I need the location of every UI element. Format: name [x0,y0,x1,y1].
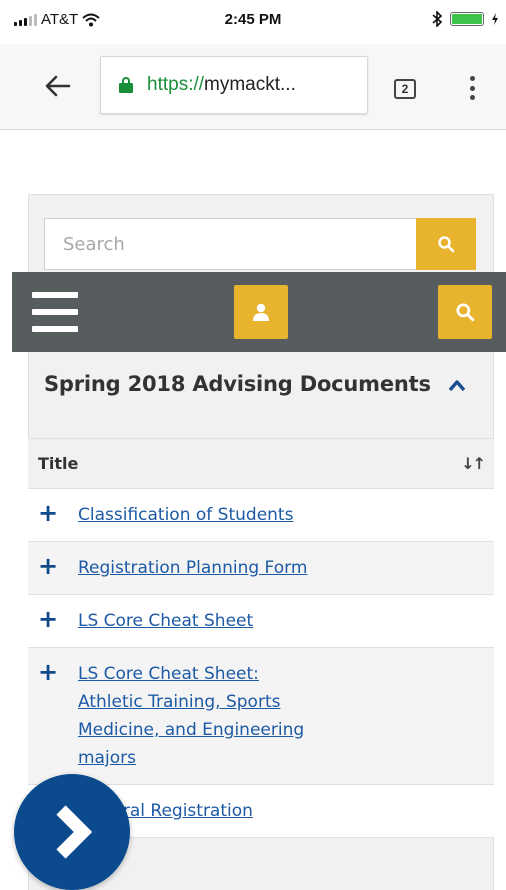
document-link[interactable]: LS Core Cheat Sheet [78,607,338,635]
expand-plus-icon[interactable]: + [38,605,58,633]
hamburger-menu-icon[interactable] [32,292,78,332]
chevron-up-icon[interactable] [448,378,466,392]
expand-plus-icon[interactable]: + [38,499,58,527]
title-column-header: Title [38,454,79,473]
section-title: Spring 2018 Advising Documents [44,372,431,396]
chevron-right-icon [56,805,93,859]
search-button[interactable] [416,218,476,270]
tab-switcher-button[interactable]: 2 [394,79,416,99]
expand-plus-icon[interactable]: + [38,552,58,580]
back-button[interactable] [40,68,76,104]
phone-screen: AT&T 2:45 PM https://mymackt... 2 Search… [0,0,506,890]
site-search [44,218,476,270]
table-row: + LS Core Cheat Sheet: Athletic Training… [28,648,494,785]
table-row: + LS Core Cheat Sheet [28,595,494,648]
table-row: + Registration Planning Form [28,542,494,595]
nav-search-button[interactable] [438,285,492,339]
document-link[interactable]: Classification of Students [78,501,308,529]
search-icon [438,236,455,253]
url-scheme: https:// [147,74,205,95]
expand-plus-icon[interactable]: + [38,658,58,686]
browser-toolbar: https://mymackt... 2 [0,44,506,130]
more-menu-icon[interactable] [462,72,482,104]
next-floating-button[interactable] [14,774,130,890]
search-icon [456,303,475,322]
account-button[interactable] [234,285,288,339]
documents-table: Title ↓↑ + Classification of Students + … [28,438,494,838]
arrow-left-icon [45,75,71,97]
user-icon [253,303,269,321]
lock-icon [119,77,133,93]
status-bar: AT&T 2:45 PM [0,0,506,44]
battery-icon [450,12,484,26]
table-header[interactable]: Title ↓↑ [28,439,494,489]
address-bar[interactable]: https://mymackt... [100,56,368,114]
bluetooth-icon [432,11,442,27]
document-link[interactable]: LS Core Cheat Sheet: Athletic Training, … [78,660,308,772]
status-right [432,11,498,27]
clock: 2:45 PM [224,11,282,28]
document-link[interactable]: Registration Planning Form [78,554,308,582]
sort-icon[interactable]: ↓↑ [461,454,486,473]
url-host: mymackt... [204,74,296,95]
table-row: + Classification of Students [28,489,494,542]
charging-icon [492,13,498,25]
site-nav-bar [12,272,506,352]
search-input[interactable] [44,218,416,270]
